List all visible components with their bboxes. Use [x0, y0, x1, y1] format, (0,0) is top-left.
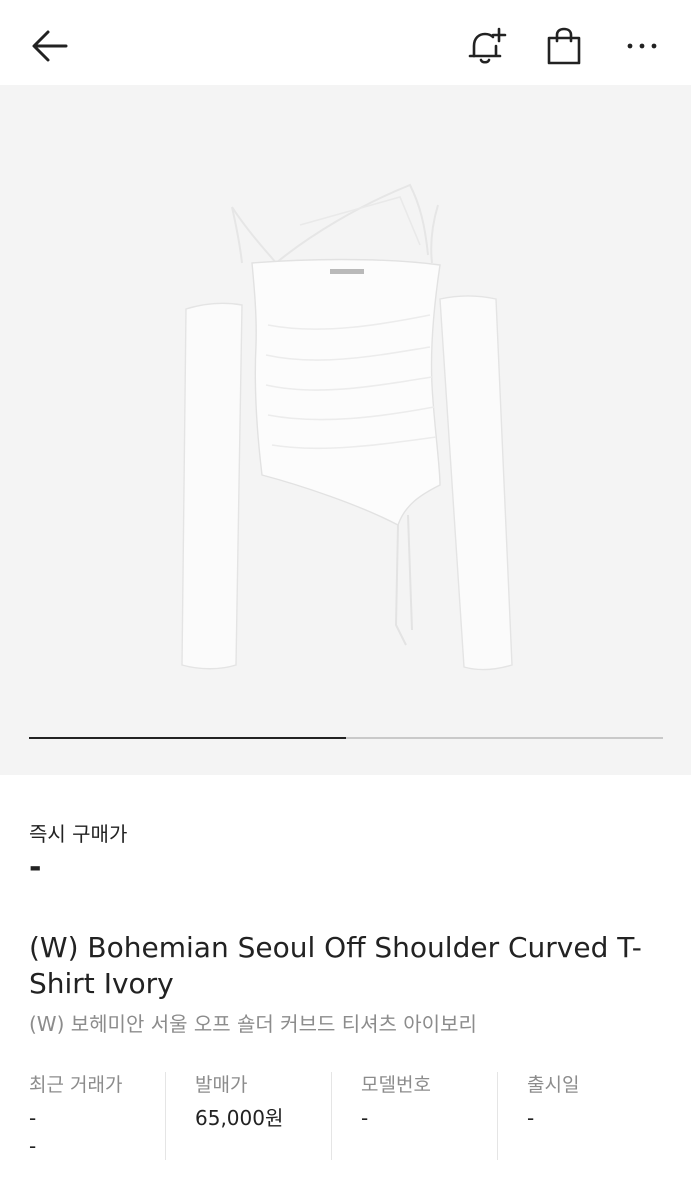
gallery-progress-track — [29, 737, 663, 739]
shopping-bag-icon — [547, 27, 581, 65]
top-bar — [0, 0, 691, 88]
spec-recent-trade-price: 최근 거래가 - - — [29, 1072, 165, 1160]
spec-label: 발매가 — [195, 1074, 248, 1096]
more-horizontal-icon — [627, 43, 657, 49]
product-title-ko: (W) 보헤미안 서울 오프 숄더 커브드 티셔츠 아이보리 — [29, 1012, 477, 1036]
gallery-progress-fill — [29, 737, 346, 739]
bell-plus-icon — [468, 27, 507, 64]
buy-now-label: 즉시 구매가 — [29, 822, 128, 846]
spec-value-change: - — [29, 1134, 37, 1158]
spec-release-price: 발매가 65,000원 — [165, 1072, 331, 1160]
product-image-gallery[interactable] — [0, 85, 691, 775]
back-button[interactable] — [26, 22, 74, 70]
product-specs: 최근 거래가 - - 발매가 65,000원 모델번호 - 출시일 - — [29, 1072, 663, 1160]
buy-now-price: - — [29, 850, 42, 885]
alert-button[interactable] — [462, 22, 510, 70]
spec-value: - — [527, 1106, 535, 1130]
shopping-bag-button[interactable] — [540, 22, 588, 70]
more-button[interactable] — [618, 22, 666, 70]
product-title-en: (W) Bohemian Seoul Off Shoulder Curved T… — [29, 931, 642, 1000]
spec-value: - — [361, 1106, 369, 1130]
spec-label: 모델번호 — [361, 1074, 431, 1096]
spec-label: 출시일 — [527, 1074, 580, 1096]
spec-model-number: 모델번호 - — [331, 1072, 497, 1160]
spec-value: 65,000원 — [195, 1106, 284, 1130]
spec-label: 최근 거래가 — [29, 1074, 123, 1096]
spec-value: - — [29, 1106, 37, 1130]
arrow-left-icon — [32, 30, 68, 62]
product-image — [181, 183, 513, 671]
spec-release-date: 출시일 - — [497, 1072, 663, 1160]
